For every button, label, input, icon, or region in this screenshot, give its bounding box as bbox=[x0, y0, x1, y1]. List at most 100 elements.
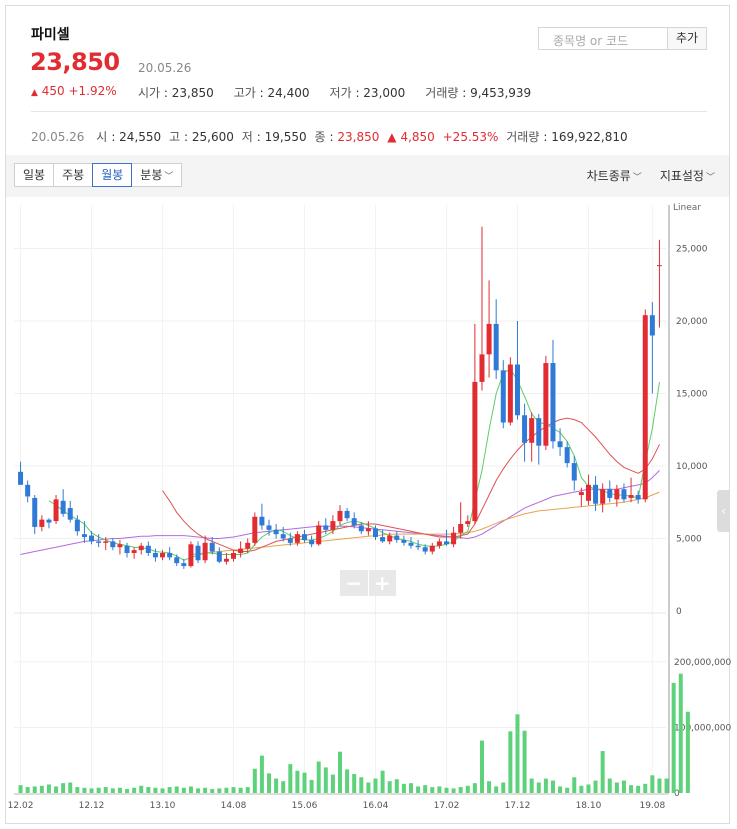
volume-bar bbox=[217, 788, 222, 793]
volume-bar bbox=[352, 773, 357, 793]
zoom-in-button[interactable]: + bbox=[369, 570, 397, 596]
volume-bar bbox=[46, 784, 51, 793]
candle-body bbox=[550, 363, 556, 442]
zoom-controls: − + bbox=[340, 570, 396, 596]
volume-bar bbox=[245, 787, 250, 793]
price-tick-label: 10,000 bbox=[676, 462, 708, 472]
side-panel-toggle[interactable]: ‹ bbox=[717, 490, 730, 532]
volume-bar bbox=[54, 786, 59, 793]
volume-bar bbox=[671, 682, 676, 793]
candle-body bbox=[216, 551, 222, 562]
candle-body bbox=[585, 484, 591, 501]
volume-bar bbox=[25, 787, 30, 793]
candle-body bbox=[231, 553, 237, 559]
volume-bar bbox=[359, 777, 364, 793]
candle-body bbox=[387, 535, 393, 542]
candle-body bbox=[337, 510, 343, 522]
volume-bar bbox=[288, 764, 293, 793]
volume-bar bbox=[650, 775, 655, 793]
candle-body bbox=[635, 495, 641, 500]
candle-body bbox=[124, 545, 130, 553]
candle-body bbox=[294, 534, 300, 543]
zoom-out-button[interactable]: − bbox=[340, 570, 369, 596]
candle-body bbox=[621, 489, 627, 500]
volume-bar bbox=[89, 788, 94, 793]
candle-body bbox=[18, 471, 24, 485]
candle-body bbox=[479, 354, 485, 382]
candle-body bbox=[330, 521, 336, 530]
candle-body bbox=[96, 541, 102, 543]
candle-body bbox=[394, 535, 400, 540]
candle-body bbox=[152, 553, 158, 558]
volume-bar bbox=[458, 787, 463, 793]
candle-body bbox=[302, 534, 308, 540]
candle-body bbox=[138, 545, 144, 551]
volume-bar bbox=[423, 785, 428, 793]
volume-bar bbox=[621, 780, 626, 793]
volume-bar bbox=[629, 785, 634, 793]
volume-bar bbox=[416, 786, 421, 793]
candle-body bbox=[514, 364, 520, 416]
volume-bar bbox=[196, 788, 201, 793]
x-tick-label: 17.12 bbox=[505, 801, 531, 811]
candle-body bbox=[67, 508, 73, 520]
volume-bar bbox=[167, 787, 172, 793]
volume-bar bbox=[536, 782, 541, 793]
volume-bar bbox=[487, 781, 492, 793]
volume-bar bbox=[267, 773, 272, 793]
volume-bar bbox=[508, 731, 513, 793]
candle-body bbox=[344, 510, 350, 519]
candle-body bbox=[358, 525, 364, 532]
candle-body bbox=[131, 550, 137, 553]
volume-bar bbox=[394, 779, 399, 793]
candle-body bbox=[458, 524, 464, 533]
volume-bar bbox=[316, 761, 321, 793]
x-tick-label: 12.02 bbox=[8, 801, 34, 811]
candle-body bbox=[53, 499, 59, 522]
volume-bar bbox=[643, 783, 648, 793]
price-tick-label: 0 bbox=[676, 607, 682, 617]
candle-body bbox=[39, 519, 45, 527]
volume-bar bbox=[174, 786, 179, 793]
volume-bar bbox=[302, 772, 307, 793]
volume-bar bbox=[515, 714, 520, 793]
candle-body bbox=[628, 495, 634, 498]
volume-bar bbox=[607, 778, 612, 793]
volume-tick-label: 200,000,000 bbox=[674, 658, 732, 668]
candle-body bbox=[365, 528, 371, 532]
candle-body bbox=[571, 463, 577, 481]
candle-body bbox=[614, 489, 620, 500]
price-chart[interactable]: Linear05,00010,00015,00020,00025,0000100… bbox=[0, 0, 737, 829]
volume-bar bbox=[203, 787, 208, 793]
candle-body bbox=[500, 370, 506, 423]
volume-bar bbox=[408, 783, 413, 793]
volume-bar bbox=[32, 786, 37, 793]
candle-body bbox=[557, 441, 563, 448]
tab-monthly[interactable]: 월봉 bbox=[92, 163, 133, 187]
candle-body bbox=[252, 516, 258, 543]
volume-bar bbox=[330, 774, 335, 793]
candle-body bbox=[593, 484, 599, 504]
candle-body bbox=[536, 418, 542, 446]
candle-body bbox=[316, 525, 322, 545]
volume-bar bbox=[39, 785, 44, 793]
candle-body bbox=[351, 518, 357, 526]
volume-bar bbox=[259, 755, 264, 793]
candle-body bbox=[543, 363, 549, 446]
volume-bar bbox=[188, 786, 193, 793]
volume-bar bbox=[565, 787, 570, 793]
candle-body bbox=[642, 315, 648, 500]
candle-body bbox=[74, 519, 80, 532]
volume-bar bbox=[160, 788, 165, 793]
candle-body bbox=[429, 545, 435, 552]
price-tick-label: 15,000 bbox=[676, 390, 708, 400]
candle-body bbox=[188, 544, 194, 567]
candle-body bbox=[145, 545, 151, 553]
volume-bar bbox=[543, 778, 548, 793]
volume-bar bbox=[678, 673, 683, 793]
volume-bar bbox=[132, 787, 137, 793]
candle-body bbox=[507, 364, 513, 423]
x-tick-label: 12.12 bbox=[79, 801, 105, 811]
volume-bar bbox=[685, 711, 690, 793]
volume-bar bbox=[68, 782, 73, 793]
